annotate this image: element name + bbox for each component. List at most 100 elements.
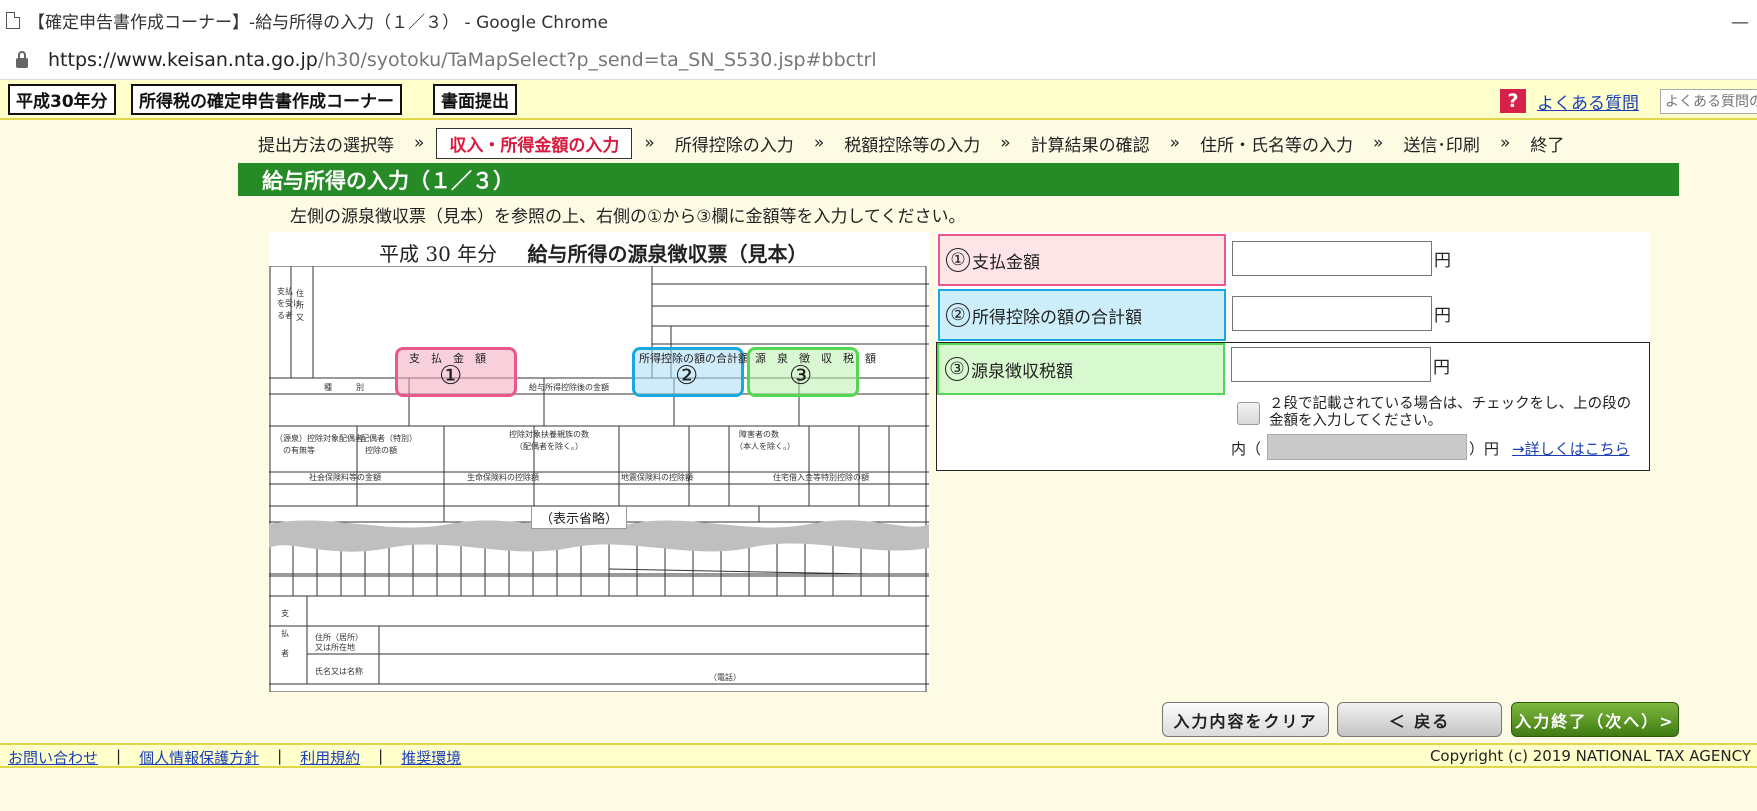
svg-text:給与所得控除後の金額: 給与所得控除後の金額 xyxy=(529,382,609,392)
svg-text:地震保険料の控除額: 地震保険料の控除額 xyxy=(621,472,693,482)
number-circle: ① xyxy=(946,248,970,272)
step-separator: » xyxy=(1000,133,1011,153)
step-send-print: 送信･印刷 xyxy=(1403,135,1480,156)
svg-text:る者: る者 xyxy=(277,311,293,320)
footer-link-terms[interactable]: 利用規約 xyxy=(300,747,360,768)
step-finish: 終了 xyxy=(1530,135,1565,156)
svg-text:住: 住 xyxy=(296,288,304,298)
site-footer: お問い合わせ | 個人情報保護方針 | 利用規約 | 推奨環境 Copyrigh… xyxy=(0,743,1757,768)
yen-unit: 円 xyxy=(1434,251,1451,271)
withholding-tax-label: ③ 源泉徴収税額 xyxy=(937,343,1225,395)
footer-link-contact[interactable]: お問い合わせ xyxy=(8,747,98,768)
lock-icon xyxy=(16,50,28,68)
svg-text:生命保険料の控除額: 生命保険料の控除額 xyxy=(467,472,539,482)
minimize-icon[interactable]: — xyxy=(1731,12,1749,33)
payment-amount-label: ① 支払金額 xyxy=(938,234,1226,286)
instruction-text: 左側の源泉徴収票（見本）を参照の上、右側の①から③欄に金額等を入力してください。 xyxy=(290,207,966,227)
slip-mark3-label: 源 泉 徴 収 税 額 xyxy=(755,352,876,365)
svg-text:（電話）: （電話） xyxy=(709,672,741,682)
payment-amount-row: ① 支払金額 円 xyxy=(936,232,1650,288)
url-host: https://www.keisan.nta.go.jp xyxy=(48,48,318,71)
footer-link-environment[interactable]: 推奨環境 xyxy=(401,747,461,768)
number-circle: ② xyxy=(946,303,970,327)
corner-box: 所得税の確定申告書作成コーナー xyxy=(131,84,402,115)
site-topbar: 平成30年分 所得税の確定申告書作成コーナー 書面提出 ? よくある質問 xyxy=(0,80,1757,120)
slip-mark1-number: ① xyxy=(439,361,463,391)
payment-amount-input[interactable] xyxy=(1232,241,1432,276)
back-button[interactable]: ＜ 戻る xyxy=(1337,702,1502,737)
step-separator: » xyxy=(1169,133,1181,153)
url-path: /h30/syotoku/TaMapSelect?p_send=ta_SN_S5… xyxy=(317,48,877,71)
svg-text:配偶者（特別）: 配偶者（特別） xyxy=(361,433,417,443)
svg-text:所: 所 xyxy=(296,300,304,310)
deduction-total-text: 所得控除の額の合計額 xyxy=(972,307,1142,328)
svg-text:（配偶者を除く。）: （配偶者を除く。） xyxy=(515,441,583,451)
svg-text:種 別: 種 別 xyxy=(324,382,364,392)
browser-titlebar: 【確定申告書作成コーナー】-給与所得の入力（１／３） - Google Chro… xyxy=(0,0,1757,40)
step-result: 計算結果の確認 xyxy=(1030,135,1150,156)
page-title: 給与所得の入力（１／３） xyxy=(238,163,1679,196)
page-icon xyxy=(6,11,20,29)
address-bar[interactable]: https://www.keisan.nta.go.jp /h30/syotok… xyxy=(0,40,1757,80)
step-tax-credit: 税額控除等の入力 xyxy=(844,135,981,156)
number-circle: ③ xyxy=(945,357,969,381)
svg-text:支払: 支払 xyxy=(277,286,293,296)
svg-text:（源泉）控除対象配偶者: （源泉）控除対象配偶者 xyxy=(275,433,363,443)
svg-text:支: 支 xyxy=(281,608,289,618)
step-separator: » xyxy=(813,133,825,153)
svg-text:払: 払 xyxy=(281,628,289,638)
slip-table-lines: 支払を受ける者 住所又 種 別 給与所得控除後の金額 （源泉）控除対象配偶者 の… xyxy=(269,266,929,692)
slip-omitted-label: （表示省略） xyxy=(531,506,628,529)
svg-text:又は所在地: 又は所在地 xyxy=(315,642,355,652)
deduction-total-row: ② 所得控除の額の合計額 円 xyxy=(936,287,1650,343)
svg-text:社会保険料等の金額: 社会保険料等の金額 xyxy=(309,472,381,482)
two-tier-checkbox[interactable] xyxy=(1237,402,1260,425)
inner-amount-field xyxy=(1267,434,1467,460)
footer-separator: | xyxy=(116,747,122,765)
slip-title: 平成 30 年分 給与所得の源泉徴収票（見本） xyxy=(379,238,808,267)
two-tier-checkbox-label: ２段で記載されている場合は、チェックをし、上の段の 金額を入力してください。 xyxy=(1269,396,1631,430)
step-income: 収入・所得金額の入力 xyxy=(436,127,633,159)
slip-title-year: 平成 30 年分 xyxy=(379,242,498,266)
step-separator: » xyxy=(414,133,425,153)
step-navigation: 提出方法の選択等 » 収入・所得金額の入力 » 所得控除の入力 » 税額控除等の… xyxy=(250,127,1572,159)
step-method: 提出方法の選択等 xyxy=(258,135,394,156)
yen-unit: 円 xyxy=(1433,358,1450,378)
svg-text:障害者の数: 障害者の数 xyxy=(739,429,779,439)
svg-text:控除対象扶養親族の数: 控除対象扶養親族の数 xyxy=(509,429,589,439)
payment-amount-text: 支払金額 xyxy=(972,252,1040,273)
step-deduction: 所得控除の入力 xyxy=(674,135,794,156)
svg-text:住所（居所）: 住所（居所） xyxy=(315,632,363,642)
faq-search-input[interactable] xyxy=(1660,89,1757,114)
two-tier-text-line1: ２段で記載されている場合は、チェックをし、上の段の xyxy=(1269,396,1632,412)
svg-text:（本人を除く。）: （本人を除く。） xyxy=(735,441,795,451)
two-tier-text-line2: 金額を入力してください。 xyxy=(1269,413,1443,429)
step-address: 住所・氏名等の入力 xyxy=(1200,135,1354,156)
svg-text:氏名又は名称: 氏名又は名称 xyxy=(315,666,363,676)
footer-separator: | xyxy=(277,747,283,765)
mode-box: 書面提出 xyxy=(433,84,517,115)
svg-text:控除の額: 控除の額 xyxy=(365,445,397,455)
sample-withholding-slip: 平成 30 年分 給与所得の源泉徴収票（見本） 支払 を受け る者 住 所 又 … xyxy=(269,232,929,692)
help-icon[interactable]: ? xyxy=(1500,89,1526,113)
footer-separator: | xyxy=(378,747,384,765)
year-box: 平成30年分 xyxy=(8,84,116,115)
window-title: 【確定申告書作成コーナー】-給与所得の入力（１／３） - Google Chro… xyxy=(28,12,609,33)
faq-link[interactable]: よくある質問 xyxy=(1537,89,1639,114)
deduction-total-label: ② 所得控除の額の合計額 xyxy=(938,289,1226,341)
inner-amount-open: 内（ xyxy=(1231,440,1262,458)
clear-button[interactable]: 入力内容をクリア xyxy=(1162,702,1329,737)
next-button[interactable]: 入力終了（次へ）> xyxy=(1511,702,1679,737)
slip-title-main: 給与所得の源泉徴収票（見本） xyxy=(527,242,808,266)
svg-text:の有無等: の有無等 xyxy=(283,445,315,455)
deduction-total-input[interactable] xyxy=(1232,296,1432,331)
slip-mark2-number: ② xyxy=(675,361,699,391)
svg-text:又: 又 xyxy=(296,313,304,322)
withholding-tax-section: ③ 源泉徴収税額 円 ２段で記載されている場合は、チェックをし、上の段の 金額を… xyxy=(936,342,1650,471)
copyright: Copyright (c) 2019 NATIONAL TAX AGENCY xyxy=(1429,747,1751,765)
footer-link-privacy[interactable]: 個人情報保護方針 xyxy=(139,747,259,768)
yen-unit: 円 xyxy=(1434,306,1451,326)
details-link[interactable]: →詳しくはこちら xyxy=(1512,438,1630,459)
withholding-tax-input[interactable] xyxy=(1231,347,1431,382)
slip-mark3-number: ③ xyxy=(789,361,813,391)
